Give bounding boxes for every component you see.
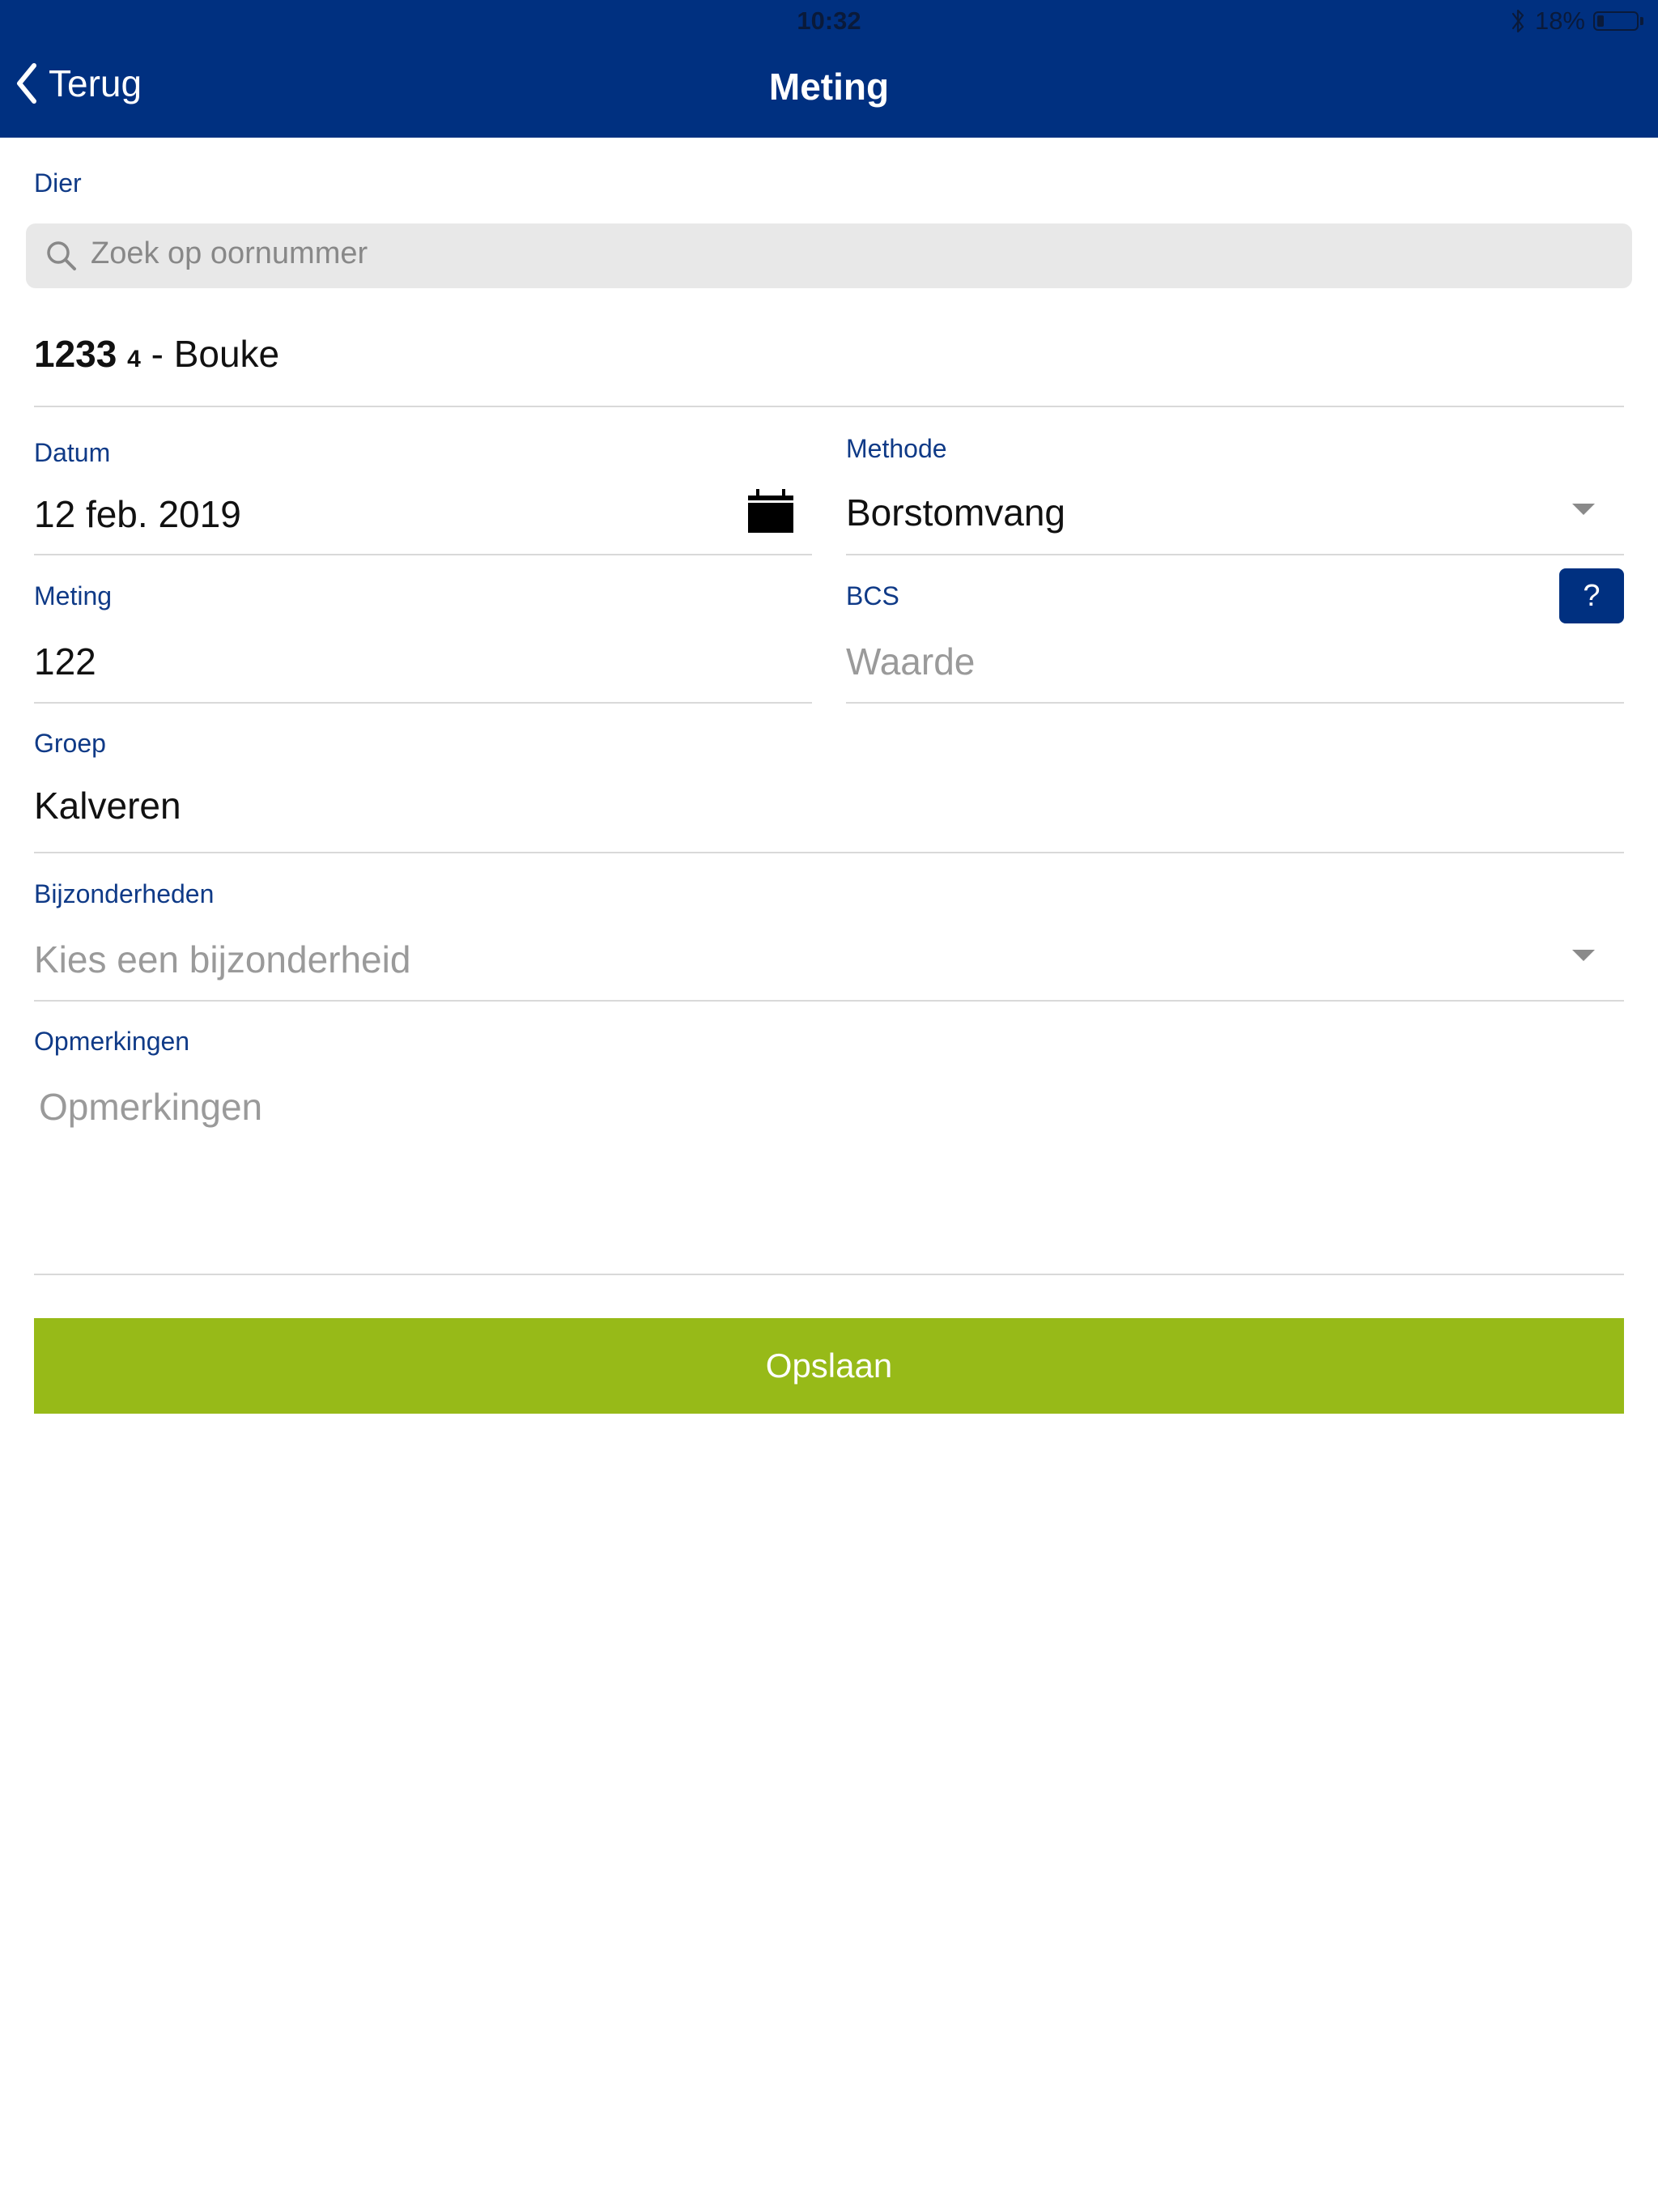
opmerkingen-label: Opmerkingen — [34, 1027, 190, 1056]
animal-number-suffix: 4 — [127, 346, 141, 372]
dier-label: Dier — [34, 168, 82, 198]
battery-level — [1597, 15, 1604, 27]
chevron-down-icon[interactable] — [1572, 950, 1595, 961]
methode-label: Methode — [846, 434, 947, 463]
nav-bar: 10:32 18% Terug Meting — [0, 0, 1658, 138]
bijzonderheden-select[interactable]: Kies een bijzonderheid — [34, 938, 410, 981]
divider — [846, 702, 1624, 704]
groep-field[interactable]: Kalveren — [34, 784, 181, 827]
bluetooth-icon — [1511, 9, 1524, 33]
battery-percent: 18% — [1534, 6, 1585, 35]
search-input[interactable]: Zoek op oornummer — [91, 236, 368, 271]
divider — [34, 702, 812, 704]
status-icons: 18% — [1509, 6, 1643, 36]
divider — [34, 852, 1624, 853]
method-select[interactable]: Borstomvang — [846, 491, 1065, 534]
divider — [34, 406, 1624, 407]
divider — [846, 554, 1624, 555]
bcs-label: BCS — [846, 581, 899, 610]
search-icon — [47, 241, 76, 270]
chevron-down-icon[interactable] — [1572, 504, 1595, 515]
help-button[interactable]: ? — [1559, 568, 1624, 623]
animal-number: 1233 — [34, 333, 117, 375]
page-title: Meting — [768, 66, 890, 108]
status-time: 10:32 — [797, 6, 861, 35]
opmerkingen-textarea[interactable]: Opmerkingen — [39, 1085, 262, 1129]
divider — [34, 1000, 1624, 1002]
save-button[interactable]: Opslaan — [34, 1318, 1624, 1414]
groep-label: Groep — [34, 729, 106, 758]
divider — [34, 554, 812, 555]
divider — [34, 1274, 1624, 1275]
meting-label: Meting — [34, 581, 113, 610]
animal-name: - Bouke — [140, 333, 280, 375]
selected-animal[interactable]: 1233 4 - Bouke — [34, 332, 279, 376]
meting-field[interactable]: 122 — [34, 640, 96, 683]
bijzonderheden-label: Bijzonderheden — [34, 879, 215, 908]
datum-label: Datum — [34, 438, 111, 467]
bcs-field[interactable]: Waarde — [846, 640, 975, 683]
battery-icon — [1593, 11, 1643, 31]
calendar-icon[interactable] — [746, 487, 795, 534]
date-field[interactable]: 12 feb. 2019 — [34, 492, 241, 536]
search-field[interactable]: Zoek op oornummer — [26, 223, 1632, 288]
